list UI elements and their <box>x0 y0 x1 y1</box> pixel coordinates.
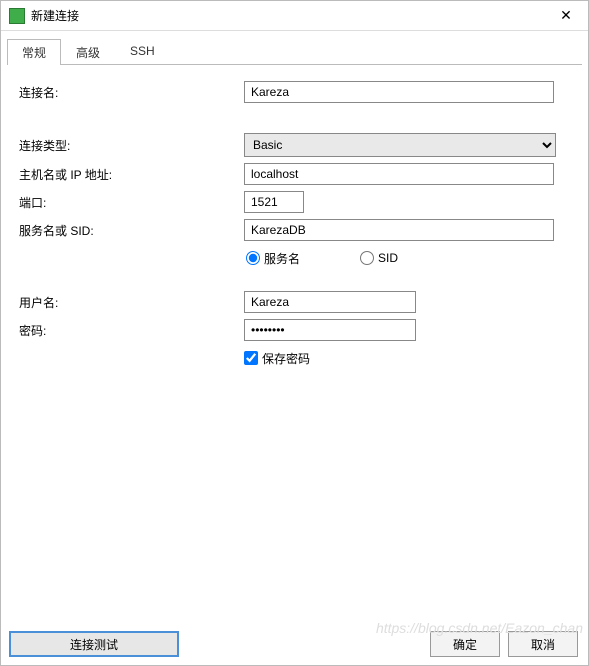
titlebar: 新建连接 ✕ <box>1 1 588 31</box>
radio-sid-input[interactable] <box>360 251 374 265</box>
label-user: 用户名: <box>19 294 244 311</box>
input-user[interactable] <box>244 291 416 313</box>
label-conn-type: 连接类型: <box>19 137 244 154</box>
label-conn-name: 连接名: <box>19 84 244 101</box>
cancel-button[interactable]: 取消 <box>508 631 578 657</box>
label-service-sid: 服务名或 SID: <box>19 222 244 239</box>
window-title: 新建连接 <box>31 7 544 24</box>
input-conn-name[interactable] <box>244 81 554 103</box>
radio-service[interactable]: 服务名 <box>246 250 300 267</box>
footer: 连接测试 确定 取消 <box>1 625 588 665</box>
close-icon[interactable]: ✕ <box>544 1 588 31</box>
input-service-sid[interactable] <box>244 219 554 241</box>
form-panel: 连接名: 连接类型: Basic 主机名或 IP 地址: 端口: 服务名或 SI… <box>1 65 588 625</box>
checkbox-save-password-input[interactable] <box>244 351 258 365</box>
ok-button[interactable]: 确定 <box>430 631 500 657</box>
radio-sid[interactable]: SID <box>360 251 398 265</box>
tab-ssh[interactable]: SSH <box>115 39 170 65</box>
input-host[interactable] <box>244 163 554 185</box>
tab-general[interactable]: 常规 <box>7 39 61 65</box>
test-connection-button[interactable]: 连接测试 <box>9 631 179 657</box>
tab-bar: 常规 高级 SSH <box>1 31 588 65</box>
app-icon <box>9 8 25 24</box>
input-password[interactable] <box>244 319 416 341</box>
input-port[interactable] <box>244 191 304 213</box>
select-conn-type[interactable]: Basic <box>244 133 556 157</box>
checkbox-save-password[interactable]: 保存密码 <box>244 350 310 367</box>
checkbox-save-password-label: 保存密码 <box>262 350 310 367</box>
radio-service-label: 服务名 <box>264 250 300 267</box>
radio-service-input[interactable] <box>246 251 260 265</box>
tab-advanced[interactable]: 高级 <box>61 39 115 65</box>
radio-sid-label: SID <box>378 251 398 265</box>
label-port: 端口: <box>19 194 244 211</box>
label-host: 主机名或 IP 地址: <box>19 166 244 183</box>
label-password: 密码: <box>19 322 244 339</box>
